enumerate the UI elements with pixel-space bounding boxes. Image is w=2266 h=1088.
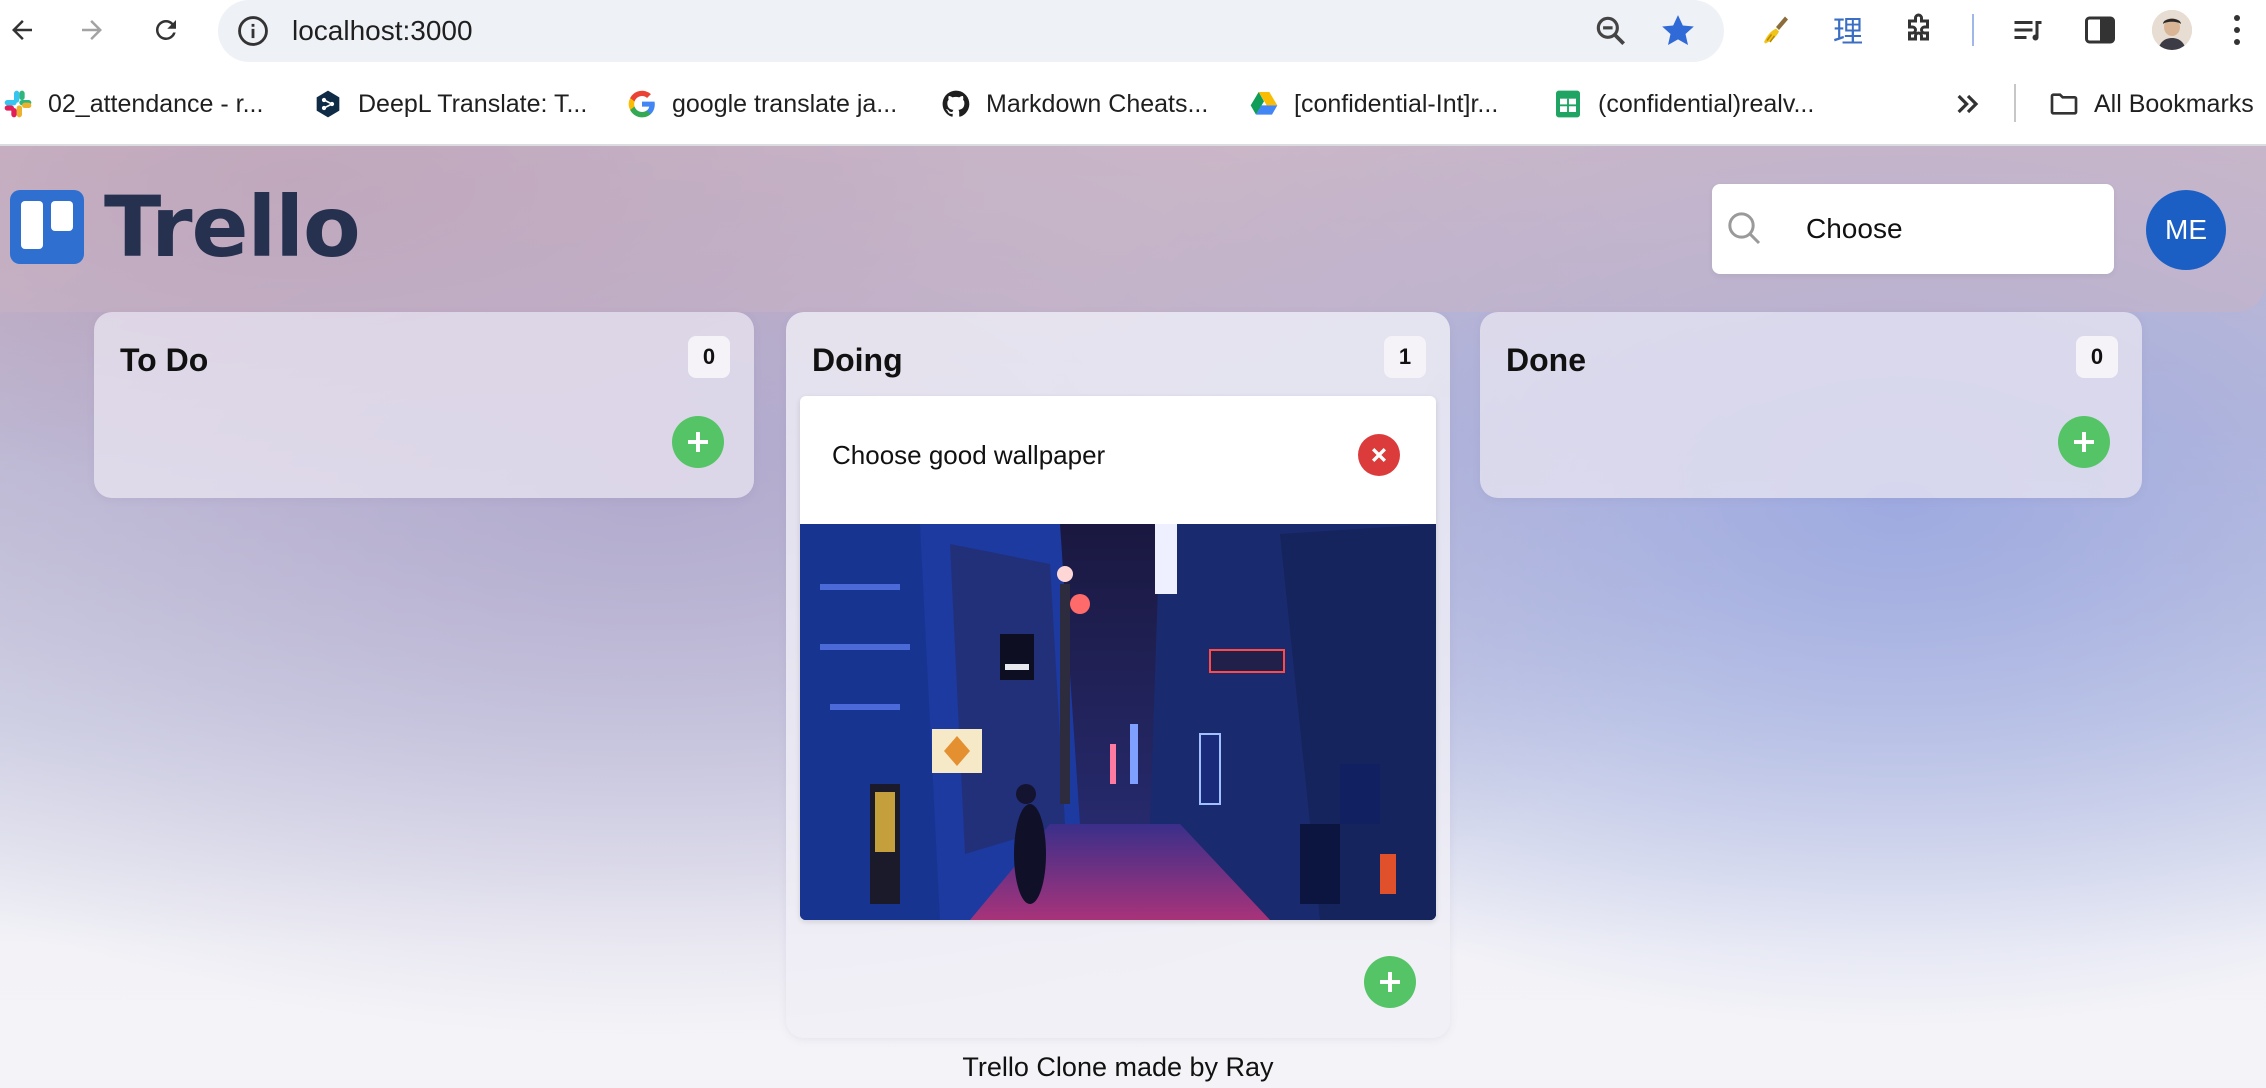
app-header: Trello ME bbox=[0, 146, 2266, 312]
search-icon bbox=[1728, 212, 1761, 245]
slack-icon bbox=[2, 88, 34, 120]
column-title: Done bbox=[1506, 342, 1586, 378]
card-title: Choose good wallpaper bbox=[832, 440, 1106, 470]
google-icon bbox=[626, 88, 658, 120]
zoom-icon[interactable] bbox=[1592, 12, 1630, 50]
google-sheets-icon bbox=[1552, 88, 1584, 120]
toolbar-divider bbox=[1972, 14, 1974, 46]
bookmark-item[interactable]: google translate ja... bbox=[626, 82, 897, 126]
reload-icon bbox=[155, 19, 176, 40]
folder-icon bbox=[2048, 88, 2080, 120]
plus-icon bbox=[2074, 432, 2094, 452]
media-controls-icon[interactable] bbox=[2008, 10, 2048, 50]
extensions-icon[interactable] bbox=[1900, 10, 1940, 50]
bookmark-label: [confidential-Int]r... bbox=[1294, 89, 1499, 118]
trello-logo[interactable]: Trello bbox=[10, 178, 361, 276]
column-done: Done 0 bbox=[1480, 312, 2142, 498]
column-todo: To Do 0 bbox=[94, 312, 754, 498]
bookmarks-bar: 02_attendance - r... DeepL Translate: T.… bbox=[0, 80, 2266, 128]
svg-text:理: 理 bbox=[1833, 15, 1863, 48]
more-bookmarks-button[interactable] bbox=[1952, 82, 1984, 126]
add-card-button[interactable] bbox=[2058, 416, 2110, 468]
task-card[interactable]: Choose good wallpaper bbox=[800, 396, 1436, 920]
broom-extension-icon[interactable] bbox=[1756, 10, 1796, 50]
all-bookmarks-label: All Bookmarks bbox=[2094, 89, 2254, 118]
bookmark-item[interactable]: (confidential)realv... bbox=[1552, 82, 1814, 126]
card-image bbox=[800, 524, 1436, 920]
bookmark-label: 02_attendance - r... bbox=[48, 89, 264, 118]
bookmark-star-icon[interactable] bbox=[1658, 11, 1698, 51]
bookmark-item[interactable]: DeepL Translate: T... bbox=[312, 82, 587, 126]
column-title: Doing bbox=[812, 342, 903, 378]
delete-card-button[interactable] bbox=[1358, 434, 1400, 476]
side-panel-icon[interactable] bbox=[2080, 10, 2120, 50]
plus-icon bbox=[1380, 972, 1400, 992]
search-box[interactable] bbox=[1712, 184, 2114, 274]
trello-logo-icon bbox=[10, 190, 84, 264]
column-doing: Doing 1 Choose good wallpaper bbox=[786, 312, 1450, 1038]
close-icon bbox=[1371, 447, 1387, 463]
bookmark-label: (confidential)realv... bbox=[1598, 89, 1815, 118]
bookmarks-divider bbox=[2014, 84, 2016, 122]
logo-text: Trello bbox=[104, 178, 361, 276]
more-menu-icon[interactable] bbox=[2232, 14, 2242, 46]
chevron-double-right-icon bbox=[1952, 88, 1984, 120]
github-icon bbox=[940, 88, 972, 120]
deepl-icon bbox=[312, 88, 344, 120]
add-card-button[interactable] bbox=[1364, 956, 1416, 1008]
arrow-left-icon bbox=[12, 20, 32, 40]
dictionary-extension-icon[interactable]: 理 bbox=[1828, 10, 1868, 50]
column-count-badge: 0 bbox=[688, 336, 730, 378]
google-drive-icon bbox=[1248, 88, 1280, 120]
plus-icon bbox=[688, 432, 708, 452]
bookmark-item[interactable]: Markdown Cheats... bbox=[940, 82, 1208, 126]
trello-app: Trello ME To Do 0 Doing 1 Choose good wa… bbox=[0, 146, 2266, 1088]
search-input[interactable] bbox=[1806, 204, 2096, 254]
back-button[interactable] bbox=[0, 8, 44, 52]
bookmark-label: DeepL Translate: T... bbox=[358, 89, 588, 118]
user-avatar[interactable]: ME bbox=[2146, 190, 2226, 270]
site-info-icon[interactable] bbox=[236, 14, 270, 48]
footer-text: Trello Clone made by Ray bbox=[962, 1052, 1274, 1082]
bookmark-label: Markdown Cheats... bbox=[986, 89, 1209, 118]
url-text: localhost:3000 bbox=[292, 15, 473, 46]
bookmark-item[interactable]: [confidential-Int]r... bbox=[1248, 82, 1498, 126]
column-title: To Do bbox=[120, 342, 209, 378]
address-bar[interactable]: localhost:3000 bbox=[218, 0, 1724, 62]
browser-toolbar: localhost:3000 理 bbox=[0, 0, 2266, 62]
profile-avatar-icon[interactable] bbox=[2152, 10, 2192, 50]
forward-button[interactable] bbox=[70, 8, 114, 52]
column-count-badge: 1 bbox=[1384, 336, 1426, 378]
bookmark-item[interactable]: 02_attendance - r... bbox=[2, 82, 263, 126]
bookmark-label: google translate ja... bbox=[672, 89, 898, 118]
reload-button[interactable] bbox=[144, 8, 188, 52]
all-bookmarks-button[interactable]: All Bookmarks bbox=[2048, 82, 2254, 126]
add-card-button[interactable] bbox=[672, 416, 724, 468]
column-count-badge: 0 bbox=[2076, 336, 2118, 378]
arrow-right-icon bbox=[82, 20, 102, 40]
